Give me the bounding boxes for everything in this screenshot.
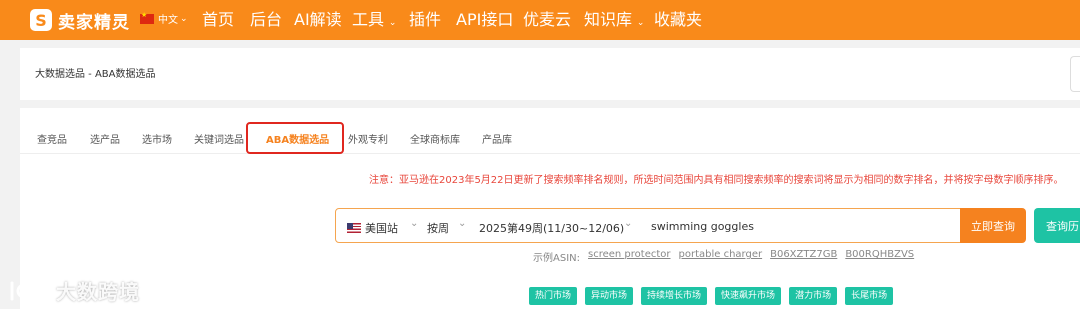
nav-knowledge-base[interactable]: 知识库 ⌄	[584, 4, 644, 44]
tab-design-patent[interactable]: 外观专利	[348, 131, 388, 146]
brand-name: 卖家精灵	[58, 12, 130, 33]
tab-product-selection[interactable]: 选产品	[90, 131, 120, 146]
tab-global-trademark[interactable]: 全球商标库	[410, 131, 460, 146]
language-selector[interactable]: 中文 ⌄	[140, 11, 188, 26]
ranking-rule-notice: 注意：亚马逊在2023年5月22日更新了搜索频率排名规则，所选时间范围内具有相同…	[369, 175, 1064, 186]
nav-plugins[interactable]: 插件	[409, 4, 441, 44]
chevron-down-icon: ⌄	[634, 18, 645, 28]
chevron-down-icon: ⌄	[458, 218, 467, 229]
site-selector[interactable]: 美国站	[347, 220, 398, 236]
us-flag-icon	[347, 223, 361, 233]
nav-youmaiyun[interactable]: 优麦云	[523, 4, 571, 44]
china-flag-icon	[140, 11, 154, 24]
watermark: 大数跨境	[8, 276, 140, 305]
example-asin-row: 示例ASIN: screen protector portable charge…	[533, 249, 914, 264]
example-asin-link[interactable]: screen protector	[588, 249, 671, 264]
brand-logo[interactable]: S 卖家精灵	[30, 5, 130, 35]
example-asin-link[interactable]: B06XZTZ7GB	[770, 249, 837, 264]
breadcrumb-bar: 大数据选品 - ABA数据选品	[20, 48, 1080, 100]
chevron-down-icon: ⌄	[180, 13, 188, 24]
market-rapid-rise[interactable]: 快速飙升市场	[715, 287, 782, 305]
market-hot[interactable]: 热门市场	[529, 287, 578, 305]
example-asin-link[interactable]: portable charger	[679, 249, 763, 264]
breadcrumb: 大数据选品 - ABA数据选品	[35, 69, 156, 80]
nav-api[interactable]: API接口	[456, 4, 513, 44]
language-label: 中文	[158, 15, 178, 26]
chevron-down-icon: ⌄	[410, 218, 419, 229]
nav-tools[interactable]: 工具 ⌄	[352, 4, 396, 44]
watermark-text: 大数跨境	[56, 280, 140, 304]
active-tab-highlight	[246, 122, 344, 154]
brand-logo-icon: S	[30, 9, 52, 31]
tab-competitor-lookup[interactable]: 查竞品	[37, 131, 67, 146]
period-label: 按周	[427, 222, 449, 235]
market-long-tail[interactable]: 长尾市场	[845, 287, 894, 305]
query-now-button[interactable]: 立即查询	[960, 208, 1026, 243]
tab-product-library[interactable]: 产品库	[482, 131, 512, 146]
top-navigation-bar: S 卖家精灵 中文 ⌄ 首页 后台 AI解读 工具 ⌄ 插件 API接口 优麦云…	[0, 0, 1080, 40]
tab-keyword-selection[interactable]: 关键词选品	[194, 131, 244, 146]
nav-favorites[interactable]: 收藏夹	[654, 4, 702, 44]
market-sustained-growth[interactable]: 持续增长市场	[641, 287, 708, 305]
market-type-row: 热门市场 异动市场 持续增长市场 快速飙升市场 潜力市场 长尾市场	[529, 287, 901, 305]
watermark-logo-icon	[10, 281, 47, 300]
side-panel-handle[interactable]	[1070, 56, 1080, 92]
keyword-value: swimming goggles	[651, 220, 754, 233]
keyword-input[interactable]: swimming goggles	[651, 220, 754, 233]
search-bar: 美国站 ⌄ 按周 ⌄ 2025第49周(11/30~12/06) ⌄ swimm…	[335, 208, 980, 243]
tool-tabs: 查竞品 选产品 选市场 关键词选品 ABA数据选品 外观专利 全球商标库 产品库	[20, 108, 1080, 154]
period-selector[interactable]: 按周	[427, 220, 449, 236]
week-label: 2025第49周(11/30~12/06)	[479, 222, 625, 235]
week-selector[interactable]: 2025第49周(11/30~12/06)	[479, 220, 624, 236]
market-potential[interactable]: 潜力市场	[789, 287, 838, 305]
tab-market-selection[interactable]: 选市场	[142, 131, 172, 146]
nav-ai-interpret[interactable]: AI解读	[294, 4, 342, 44]
main-panel: 查竞品 选产品 选市场 关键词选品 ABA数据选品 外观专利 全球商标库 产品库…	[20, 108, 1080, 309]
chevron-down-icon: ⌄	[624, 218, 633, 229]
market-abnormal[interactable]: 异动市场	[585, 287, 634, 305]
nav-backend[interactable]: 后台	[250, 4, 282, 44]
query-history-button[interactable]: 查询历	[1034, 208, 1080, 243]
example-asin-link[interactable]: B00RQHBZVS	[845, 249, 914, 264]
site-label: 美国站	[365, 222, 398, 235]
chevron-down-icon: ⌄	[386, 18, 397, 28]
nav-home[interactable]: 首页	[202, 4, 234, 44]
example-asin-label: 示例ASIN:	[533, 253, 580, 264]
